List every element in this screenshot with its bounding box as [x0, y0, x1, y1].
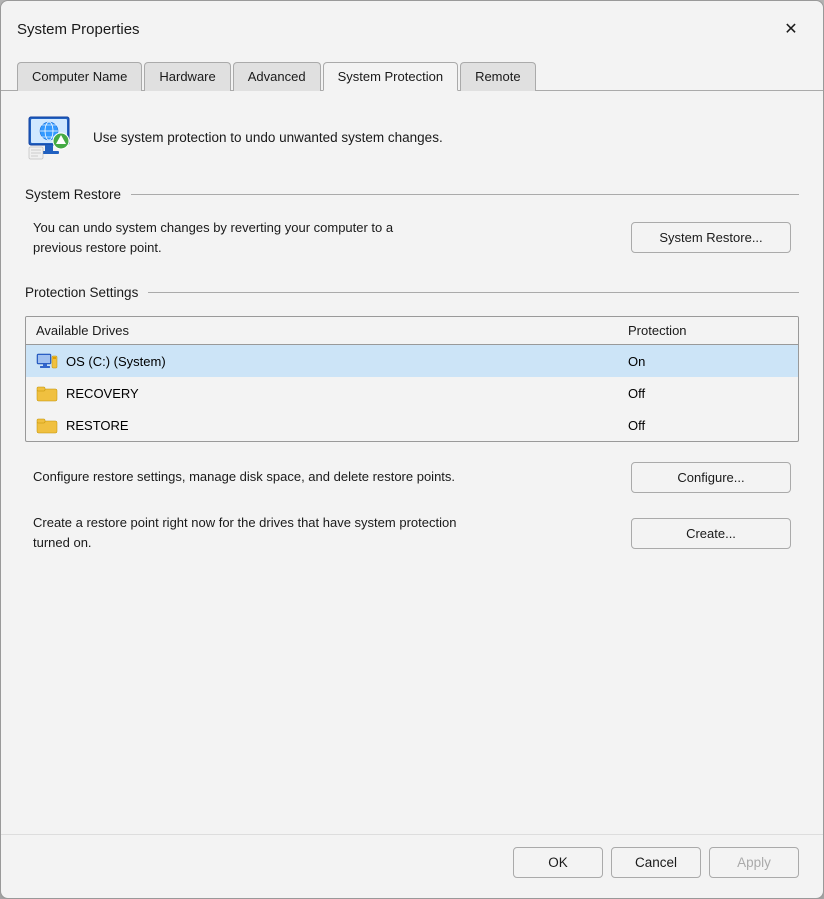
drive-name: RESTORE — [36, 416, 628, 434]
title-bar: System Properties ✕ — [1, 1, 823, 45]
col-protection: Protection — [628, 323, 788, 338]
system-restore-section: System Restore You can undo system chang… — [25, 187, 799, 257]
drive-protection: On — [628, 354, 788, 369]
drive-name: OS (C:) (System) — [36, 352, 628, 370]
dialog-title: System Properties — [17, 21, 140, 38]
configure-row: Configure restore settings, manage disk … — [25, 462, 799, 493]
drives-table-header: Available Drives Protection — [26, 317, 798, 345]
drives-table: Available Drives Protection — [25, 316, 799, 442]
system-drive-icon — [36, 352, 58, 370]
drive-name: RECOVERY — [36, 384, 628, 402]
tab-system-protection[interactable]: System Protection — [323, 62, 459, 91]
system-properties-dialog: System Properties ✕ Computer Name Hardwa… — [0, 0, 824, 899]
system-restore-row: You can undo system changes by reverting… — [25, 218, 799, 257]
system-restore-line — [131, 194, 799, 195]
dialog-footer: OK Cancel Apply — [1, 834, 823, 898]
table-row[interactable]: OS (C:) (System) On — [26, 345, 798, 377]
system-restore-header: System Restore — [25, 187, 799, 202]
system-restore-description: You can undo system changes by reverting… — [33, 218, 433, 257]
drive-protection: Off — [628, 418, 788, 433]
close-button[interactable]: ✕ — [775, 13, 807, 45]
protection-settings-line — [148, 292, 799, 293]
tab-advanced[interactable]: Advanced — [233, 62, 321, 91]
table-row[interactable]: RECOVERY Off — [26, 377, 798, 409]
folder-icon — [36, 384, 58, 402]
create-description: Create a restore point right now for the… — [33, 513, 473, 553]
protection-settings-header: Protection Settings — [25, 285, 799, 300]
protection-settings-section: Protection Settings Available Drives Pro… — [25, 285, 799, 553]
system-restore-button[interactable]: System Restore... — [631, 222, 791, 253]
tab-content: Use system protection to undo unwanted s… — [1, 91, 823, 834]
tab-remote[interactable]: Remote — [460, 62, 536, 91]
configure-button[interactable]: Configure... — [631, 462, 791, 493]
info-text: Use system protection to undo unwanted s… — [93, 130, 443, 145]
table-row[interactable]: RESTORE Off — [26, 409, 798, 441]
col-drives: Available Drives — [36, 323, 628, 338]
configure-description: Configure restore settings, manage disk … — [33, 467, 455, 487]
tabs-container: Computer Name Hardware Advanced System P… — [1, 51, 823, 91]
cancel-button[interactable]: Cancel — [611, 847, 701, 878]
system-restore-title: System Restore — [25, 187, 121, 202]
protection-settings-title: Protection Settings — [25, 285, 138, 300]
info-section: Use system protection to undo unwanted s… — [25, 111, 799, 163]
create-row: Create a restore point right now for the… — [25, 513, 799, 553]
tab-hardware[interactable]: Hardware — [144, 62, 230, 91]
ok-button[interactable]: OK — [513, 847, 603, 878]
system-icon — [25, 111, 77, 163]
tab-computer-name[interactable]: Computer Name — [17, 62, 142, 91]
apply-button[interactable]: Apply — [709, 847, 799, 878]
create-button[interactable]: Create... — [631, 518, 791, 549]
drive-protection: Off — [628, 386, 788, 401]
folder-icon — [36, 416, 58, 434]
